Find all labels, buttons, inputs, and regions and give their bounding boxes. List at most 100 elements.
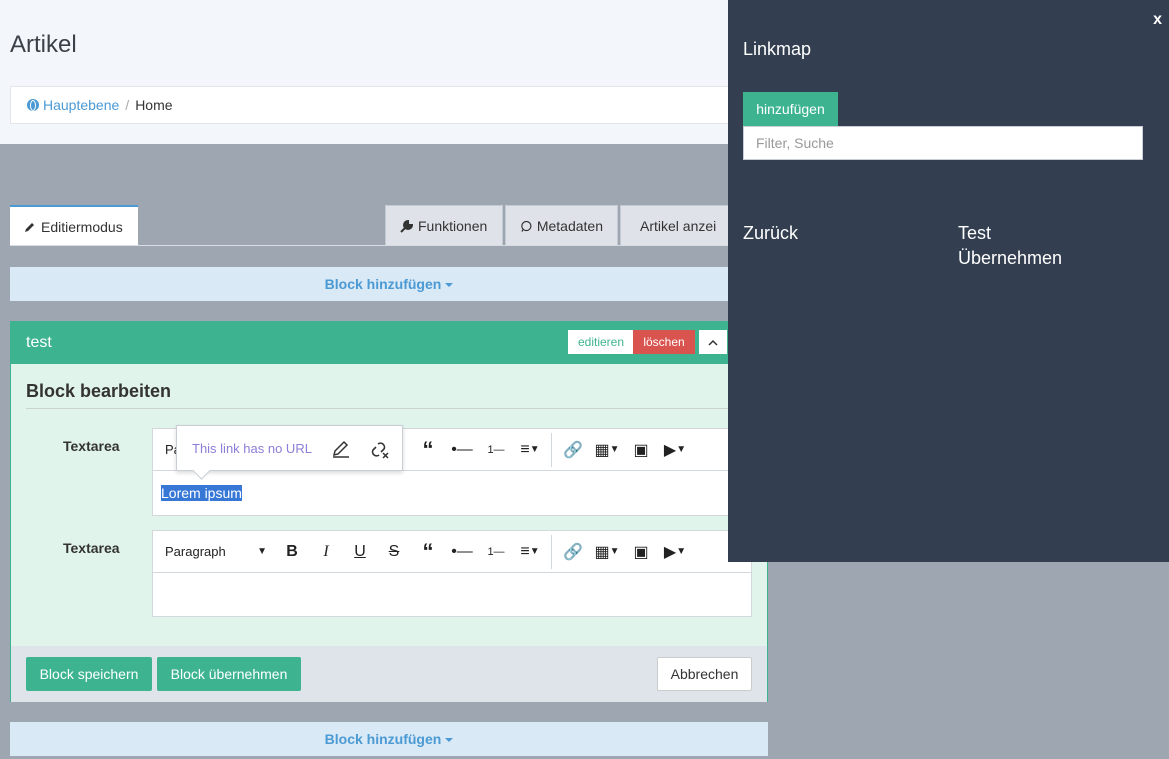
blockquote-button-2[interactable]: “ [411,537,445,567]
align-left-icon: ≡ [520,542,530,560]
toolbar-separator [551,432,552,467]
table-button-2[interactable]: ▦ ▼ [590,537,624,567]
link-button-2[interactable]: 🔗 [556,537,590,567]
add-block-label-top: Block hinzufügen [324,276,442,292]
chevron-down-icon: ▼ [257,546,267,557]
chevron-down-icon: ▼ [676,546,687,557]
cancel-button[interactable]: Abbrechen [657,657,752,691]
linkmap-filter-input[interactable] [743,126,1143,160]
block-footer: Block speichern Block übernehmen Abbrech… [11,646,767,702]
page-title: Artikel [10,31,77,58]
tab-artikel-anzeigen[interactable]: Artikel anzei [620,205,730,246]
linkmap-item-uebernehmen[interactable]: Übernehmen [958,246,1062,271]
link-tooltip-text: This link has no URL [192,440,312,456]
rich-text-editor-2[interactable]: Paragraph ▼ B I U S “ •— 1— ≡ ▼ 🔗 ▦ ▼ ▣ ▶ ▼ [152,530,752,617]
linkmap-add-button[interactable]: hinzufügen [743,92,838,126]
numbered-list-button-2[interactable]: 1— [479,537,513,567]
editor-content-1[interactable]: Lorem ipsum [153,471,751,516]
field-label-1: Textarea [63,438,120,454]
add-block-button-top[interactable]: Block hinzufügen [10,267,768,301]
field-label-2: Textarea [63,540,120,556]
table-button-1[interactable]: ▦ ▼ [590,435,624,465]
italic-button-2[interactable]: I [309,537,343,567]
wrench-icon [400,219,413,233]
link-icon: 🔗 [563,543,583,561]
chevron-up-icon [708,339,718,346]
chevron-down-icon: ▼ [529,546,540,557]
link-tooltip: This link has no URL [176,425,403,471]
edit-block-button[interactable]: editieren [568,330,634,354]
bold-button-2[interactable]: B [275,537,309,567]
media-icon: ▶ [663,543,677,561]
delete-block-button[interactable]: löschen [633,330,695,354]
linkmap-title: Linkmap [743,39,812,59]
comment-icon [521,220,532,232]
numbered-list-icon: 1— [487,545,505,558]
paragraph-format-value-2: Paragraph [165,544,226,559]
tab-metadaten[interactable]: Metadaten [505,205,618,246]
tab-divider [10,245,768,246]
blockquote-button-1[interactable]: “ [411,435,445,465]
pencil-icon [25,222,34,232]
link-icon: 🔗 [563,441,583,459]
linkmap-panel: x Linkmap hinzufügen Zurück Test Überneh… [728,0,1169,562]
editor-toolbar-2: Paragraph ▼ B I U S “ •— 1— ≡ ▼ 🔗 ▦ ▼ ▣ ▶ ▼ [153,531,751,573]
breadcrumb: Hauptebene / Home [10,86,750,124]
tab-editiermodus[interactable]: Editiermodus [10,205,138,246]
globe-icon [27,99,39,111]
linkmap-item-test[interactable]: Test [958,221,991,246]
image-icon: ▣ [633,543,649,561]
italic-icon: I [323,542,329,560]
save-block-button[interactable]: Block speichern [26,657,152,691]
block-edit-heading: Block bearbeiten [26,381,172,401]
add-block-label-bottom: Block hinzufügen [324,731,442,747]
media-icon: ▶ [663,441,677,459]
numbered-list-icon: 1— [487,443,505,456]
add-block-button-bottom[interactable]: Block hinzufügen [10,722,768,756]
image-button-1[interactable]: ▣ [624,435,658,465]
breadcrumb-separator: / [125,97,130,113]
bullet-list-button-1[interactable]: •— [445,435,479,465]
chevron-down-icon: ▼ [609,444,620,455]
underline-button-2[interactable]: U [343,537,377,567]
image-icon: ▣ [633,441,649,459]
block-header: test editieren löschen [11,322,767,364]
block-name: test [26,334,52,351]
chevron-down-icon: ▼ [529,444,540,455]
image-button-2[interactable]: ▣ [624,537,658,567]
paragraph-format-select-2[interactable]: Paragraph ▼ [165,544,275,559]
unlink-icon[interactable] [369,439,391,459]
block-panel: test editieren löschen Block bearbeiten … [10,321,768,702]
link-button-1[interactable]: 🔗 [556,435,590,465]
align-button-1[interactable]: ≡ ▼ [513,435,547,465]
caret-down-icon [445,738,454,742]
bullet-list-icon: •— [451,542,473,560]
underline-icon: U [354,542,366,560]
bullet-list-icon: •— [451,440,473,458]
align-button-2[interactable]: ≡ ▼ [513,537,547,567]
breadcrumb-current: Home [135,97,173,113]
tab-editiermodus-label: Editiermodus [41,218,123,235]
close-button[interactable]: x [1153,11,1162,29]
toolbar-separator [551,534,552,569]
chevron-down-icon: ▼ [609,546,620,557]
media-button-2[interactable]: ▶ ▼ [658,537,692,567]
move-up-button[interactable] [699,330,727,354]
media-button-1[interactable]: ▶ ▼ [658,435,692,465]
tab-funktionen-label: Funktionen [418,218,488,234]
chevron-down-icon: ▼ [676,444,687,455]
tab-metadaten-label: Metadaten [536,218,603,234]
editor-content-2[interactable] [153,573,751,618]
tab-funktionen[interactable]: Funktionen [385,205,503,246]
numbered-list-button-1[interactable]: 1— [479,435,513,465]
linkmap-back-link[interactable]: Zurück [743,221,798,246]
heading-divider [26,408,756,409]
strikethrough-button-2[interactable]: S [377,537,411,567]
quote-icon: “ [422,436,434,462]
breadcrumb-root-link[interactable]: Hauptebene [27,97,119,113]
apply-block-button[interactable]: Block übernehmen [157,657,301,691]
table-icon: ▦ [594,441,610,459]
bullet-list-button-2[interactable]: •— [445,537,479,567]
selected-text: Lorem ipsum [161,485,242,501]
edit-link-icon[interactable] [330,439,352,459]
